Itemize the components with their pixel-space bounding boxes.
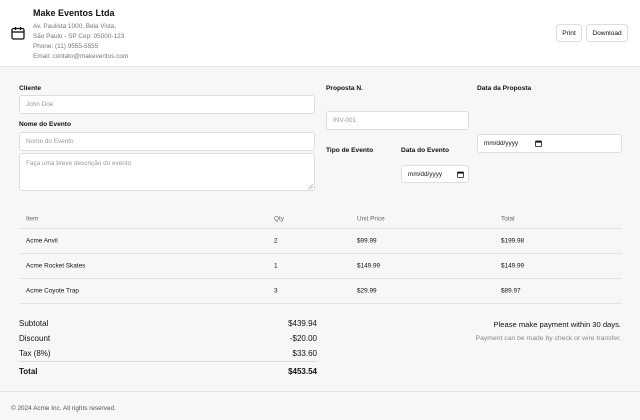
nome-evento-label: Nome do Evento: [19, 121, 72, 128]
payment-method-note: Payment can be made by check or wire tra…: [475, 335, 621, 342]
table-row: Acme Anvil 2 $99.99 $199.98: [19, 229, 622, 254]
tipo-evento-label: Tipo de Evento: [326, 147, 374, 154]
print-button[interactable]: Print: [556, 24, 582, 42]
total-row: Total $453.54: [19, 367, 317, 376]
address-line-1: Av. Paulista 1000, Bela Vista,: [33, 23, 117, 30]
item-name: Acme Coyote Trap: [26, 287, 79, 295]
nome-evento-input[interactable]: Nome do Evento: [19, 132, 315, 151]
company-contact: Av. Paulista 1000, Bela Vista, São Paulo…: [33, 22, 128, 62]
descricao-placeholder: Faça uma breve descrição do evento: [26, 160, 132, 167]
item-total: $89.97: [501, 287, 521, 295]
tax-label: Tax (8%): [19, 349, 51, 358]
download-button[interactable]: Download: [586, 24, 628, 42]
data-proposta-value: mm/dd/yyyy: [484, 140, 519, 147]
discount-value: -$20.00: [289, 334, 317, 343]
total-label: Total: [19, 367, 38, 376]
footer-divider: [0, 391, 640, 392]
item-name: Acme Rocket Skates: [26, 262, 86, 270]
proposta-label: Proposta N.: [326, 85, 364, 92]
total-value: $453.54: [288, 367, 317, 376]
table-row: Acme Coyote Trap 3 $29.99 $89.97: [19, 279, 622, 304]
item-name: Acme Anvil: [26, 237, 58, 245]
tax-value: $33.60: [292, 349, 317, 358]
phone-text: Phone: (11) 9555-5555: [33, 43, 99, 50]
discount-row: Discount -$20.00: [19, 334, 317, 343]
address-line-2: São Paulo - SP Cep: 05000-123: [33, 33, 125, 40]
calendar-icon: [11, 27, 25, 40]
subtotal-row: Subtotal $439.94: [19, 319, 317, 328]
cliente-input[interactable]: John Doe: [19, 95, 315, 114]
column-header-unit-price: Unit Price: [357, 215, 385, 223]
item-unit-price: $29.99: [357, 287, 377, 295]
invoice-header: Make Eventos Ltda Av. Paulista 1000, Bel…: [0, 0, 640, 67]
subtotal-label: Subtotal: [19, 319, 49, 328]
item-unit-price: $149.99: [357, 262, 381, 270]
tax-row: Tax (8%) $33.60: [19, 349, 317, 358]
item-qty: 1: [274, 262, 278, 270]
table-row: Acme Rocket Skates 1 $149.99 $149.99: [19, 254, 622, 279]
column-header-qty: Qty: [274, 215, 284, 223]
data-evento-value: mm/dd/yyyy: [408, 170, 443, 178]
payment-terms-note: Please make payment within 30 days.: [493, 320, 621, 329]
data-evento-input[interactable]: mm/dd/yyyy: [401, 165, 469, 183]
data-proposta-label: Data da Proposta: [477, 85, 532, 92]
item-qty: 3: [274, 287, 278, 295]
table-header-row: Item Qty Unit Price Total: [19, 210, 622, 229]
data-evento-label: Data do Evento: [401, 147, 449, 154]
resize-grip-icon[interactable]: [308, 184, 313, 189]
item-total: $199.98: [501, 237, 525, 245]
proposta-input[interactable]: INV-001: [326, 111, 469, 130]
column-header-total: Total: [501, 215, 515, 223]
footer-copyright: © 2024 Acme Inc. All rights reserved.: [11, 405, 116, 412]
discount-label: Discount: [19, 334, 51, 343]
item-unit-price: $99.99: [357, 237, 377, 245]
item-total: $149.99: [501, 262, 525, 270]
email-text: Email: contato@makeventos.com: [33, 53, 129, 60]
cliente-label: Cliente: [19, 85, 41, 92]
calendar-picker-icon[interactable]: [457, 171, 464, 178]
summary-divider: [19, 361, 317, 362]
subtotal-value: $439.94: [288, 319, 317, 328]
company-name: Make Eventos Ltda: [33, 8, 115, 18]
descricao-textarea[interactable]: Faça uma breve descrição do evento: [19, 153, 315, 191]
calendar-picker-icon[interactable]: [535, 140, 542, 147]
data-proposta-input[interactable]: mm/dd/yyyy: [477, 134, 622, 153]
column-header-item: Item: [26, 215, 39, 223]
item-qty: 2: [274, 237, 278, 245]
items-table: Item Qty Unit Price Total Acme Anvil 2 $…: [19, 210, 622, 304]
